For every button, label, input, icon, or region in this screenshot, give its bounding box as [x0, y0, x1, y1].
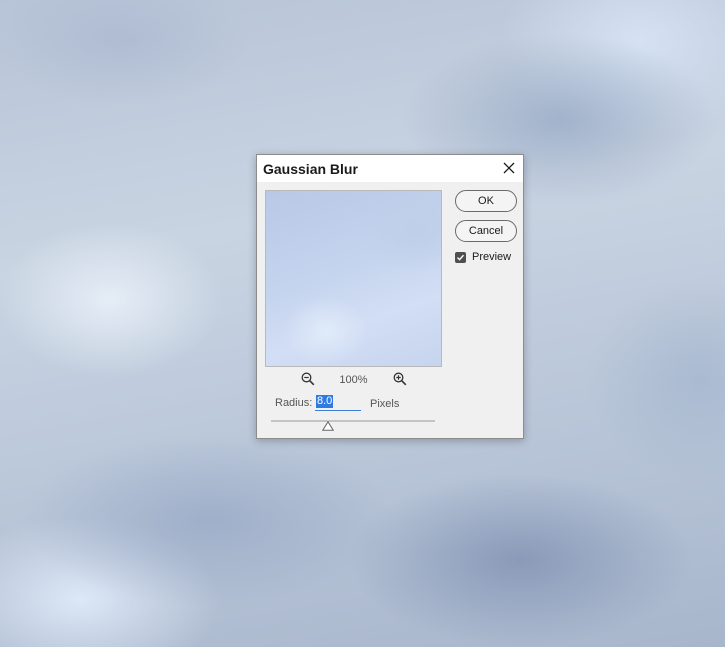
close-button[interactable] [499, 158, 519, 178]
zoom-out-icon [301, 372, 315, 386]
preview-checkbox-row[interactable]: Preview [455, 251, 511, 263]
checkmark-icon [457, 254, 465, 261]
zoom-in-button[interactable] [393, 372, 407, 391]
cancel-button[interactable]: Cancel [455, 220, 517, 242]
radius-slider-thumb[interactable] [322, 421, 334, 431]
radius-slider-track[interactable] [271, 420, 435, 422]
zoom-in-icon [393, 372, 407, 386]
gaussian-blur-dialog: Gaussian Blur OK Cancel Preview 100% Rad… [256, 154, 524, 439]
zoom-controls: 100% [265, 372, 442, 388]
preview-checkbox-label: Preview [472, 251, 512, 263]
dialog-title: Gaussian Blur [263, 161, 358, 177]
radius-label: Radius: [275, 397, 313, 409]
radius-value: 8.0 [316, 395, 334, 408]
dialog-titlebar[interactable]: Gaussian Blur [257, 155, 523, 182]
zoom-level: 100% [339, 374, 368, 386]
close-icon [503, 162, 515, 174]
ok-button[interactable]: OK [455, 190, 517, 212]
zoom-out-button[interactable] [301, 372, 315, 391]
blur-preview-pane[interactable] [265, 190, 442, 367]
preview-checkbox[interactable] [455, 251, 466, 263]
radius-input[interactable]: 8.0 [315, 395, 361, 411]
radius-unit-label: Pixels [370, 398, 400, 410]
